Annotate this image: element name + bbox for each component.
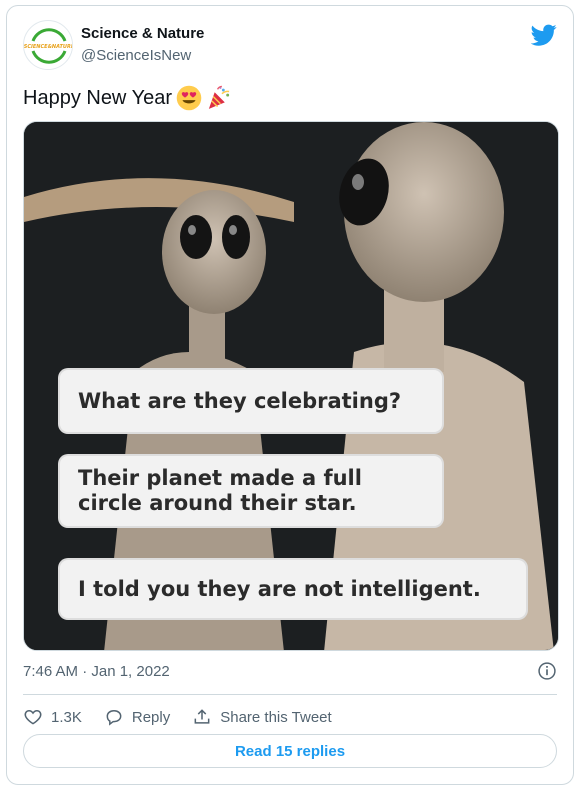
reply-button[interactable]: Reply [104, 707, 170, 727]
speech-bubble-2: Their planet made a full circle around t… [60, 456, 442, 526]
tweet-media-image[interactable]: What are they celebrating? Their planet … [23, 121, 559, 651]
tweet-card: SCIENCE&NATURE Science & Nature @Science… [6, 5, 574, 785]
avatar[interactable]: SCIENCE&NATURE [23, 20, 73, 70]
tweet-text: Happy New Year [23, 84, 232, 112]
author-handle[interactable]: @ScienceIsNew [81, 46, 204, 66]
speech-bubble-2-line-1: Their planet made a full [78, 466, 362, 490]
speech-bubble-3: I told you they are not intelligent. [60, 560, 526, 618]
tweet-actions: 1.3K Reply Share this Tweet [23, 704, 354, 730]
share-label: Share this Tweet [220, 708, 332, 726]
info-icon[interactable] [537, 661, 557, 681]
speech-bubble-1: What are they celebrating? [60, 370, 442, 432]
speech-bubble-2-line-2: circle around their star. [78, 491, 357, 515]
tweet-text-body: Happy New Year [23, 87, 172, 109]
author-display-name[interactable]: Science & Nature [81, 24, 204, 44]
read-replies-button[interactable]: Read 15 replies [23, 734, 557, 768]
tweet-timestamp[interactable]: 7:46 AM · Jan 1, 2022 [23, 663, 170, 680]
share-icon [194, 709, 210, 724]
like-count: 1.3K [51, 708, 82, 726]
heart-icon [24, 709, 42, 725]
divider [23, 694, 557, 695]
author-names: Science & Nature @ScienceIsNew [81, 24, 204, 66]
party-popper-emoji-icon [208, 85, 230, 109]
reply-label: Reply [131, 708, 171, 726]
tweet-header: SCIENCE&NATURE Science & Nature @Science… [23, 20, 557, 72]
avatar-logo-icon: SCIENCE&NATURE [24, 22, 73, 69]
reply-icon [106, 709, 122, 726]
heart-eyes-emoji-icon [176, 85, 202, 111]
twitter-bird-icon[interactable] [531, 22, 557, 48]
share-button[interactable]: Share this Tweet [192, 707, 332, 727]
like-button[interactable]: 1.3K [23, 707, 82, 727]
svg-text:SCIENCE&NATURE: SCIENCE&NATURE [24, 44, 73, 50]
